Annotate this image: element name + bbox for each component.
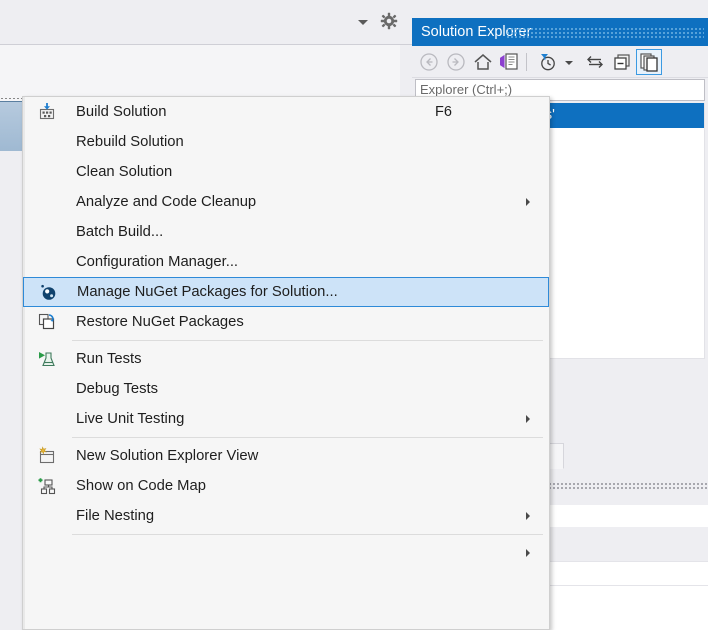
menu-item-rebuild-solution[interactable]: Rebuild Solution	[23, 127, 549, 157]
chevron-right-icon	[526, 512, 530, 520]
forward-icon[interactable]	[445, 51, 467, 73]
chevron-down-icon[interactable]	[562, 51, 576, 73]
menu-item-label: Run Tests	[76, 351, 142, 367]
back-icon[interactable]	[418, 51, 440, 73]
solution-explorer-titlebar[interactable]: Solution Explorer	[412, 18, 708, 46]
menu-separator-2	[23, 434, 549, 441]
run-tests-icon	[37, 349, 57, 369]
menu-separator-1	[23, 337, 549, 344]
restore-packages-icon	[37, 312, 57, 332]
menu-item-label: Configuration Manager...	[76, 254, 239, 270]
pending-changes-filter-icon[interactable]	[536, 51, 558, 73]
screenshot-root: ✕ Solution Explorer	[0, 0, 708, 630]
chevron-down-icon[interactable]	[356, 15, 370, 29]
menu-item-add[interactable]	[23, 538, 549, 568]
menu-item-label: File Nesting	[76, 508, 155, 524]
menu-item-label: Rebuild Solution	[76, 134, 184, 150]
menu-item-label: Debug Tests	[76, 381, 158, 397]
menu-item-clean-solution[interactable]: Clean Solution	[23, 157, 549, 187]
menu-item-shortcut: F6	[435, 104, 452, 120]
menu-item-label: Live Unit Testing	[76, 411, 185, 427]
menu-item-label: Restore NuGet Packages	[76, 314, 244, 330]
gear-icon[interactable]	[380, 12, 398, 30]
menu-separator-3	[23, 531, 549, 538]
code-map-icon	[37, 476, 57, 496]
collapse-all-icon[interactable]	[611, 51, 633, 73]
menu-item-show-on-code-map[interactable]: Show on Code Map	[23, 471, 549, 501]
nuget-icon	[38, 282, 58, 302]
search-input-text: Explorer (Ctrl+;)	[420, 82, 513, 97]
menu-item-run-tests[interactable]: Run Tests	[23, 344, 549, 374]
menu-item-configuration-manager[interactable]: Configuration Manager...	[23, 247, 549, 277]
menu-item-batch-build[interactable]: Batch Build...	[23, 217, 549, 247]
toolbar-separator	[526, 53, 527, 71]
menu-item-live-unit-testing[interactable]: Live Unit Testing	[23, 404, 549, 434]
menu-item-debug-tests[interactable]: Debug Tests	[23, 374, 549, 404]
show-all-files-icon[interactable]	[636, 49, 662, 75]
menu-item-new-solution-explorer-view[interactable]: New Solution Explorer View	[23, 441, 549, 471]
menu-item-manage-nuget-packages-for-solution[interactable]: Manage NuGet Packages for Solution...	[23, 277, 549, 307]
chevron-right-icon	[526, 198, 530, 206]
menu-item-restore-nuget-packages[interactable]: Restore NuGet Packages	[23, 307, 549, 337]
menu-item-build-solution[interactable]: Build Solution F6	[23, 97, 549, 127]
sync-with-active-document-icon[interactable]	[584, 51, 606, 73]
menu-item-label: Manage NuGet Packages for Solution...	[77, 284, 338, 300]
menu-item-label: Show on Code Map	[76, 478, 206, 494]
chevron-right-icon	[526, 415, 530, 423]
titlebar-grip	[506, 27, 704, 38]
designer-toolbar-strip	[0, 0, 412, 44]
home-icon[interactable]	[472, 51, 494, 73]
build-solution-icon	[37, 102, 57, 122]
menu-item-label: Batch Build...	[76, 224, 164, 240]
menu-item-label: Analyze and Code Cleanup	[76, 194, 257, 210]
chevron-right-icon	[526, 549, 530, 557]
menu-item-label: New Solution Explorer View	[76, 448, 259, 464]
menu-item-analyze-and-code-cleanup[interactable]: Analyze and Code Cleanup	[23, 187, 549, 217]
new-view-icon	[37, 446, 57, 466]
menu-item-label: Clean Solution	[76, 164, 173, 180]
solution-explorer-toolbar	[412, 46, 708, 78]
vs-preview-icon[interactable]	[498, 51, 520, 73]
menu-item-file-nesting[interactable]: File Nesting	[23, 501, 549, 531]
solution-context-menu: Build Solution F6 Rebuild Solution Clean…	[22, 96, 550, 630]
menu-item-label: Build Solution	[76, 104, 167, 120]
